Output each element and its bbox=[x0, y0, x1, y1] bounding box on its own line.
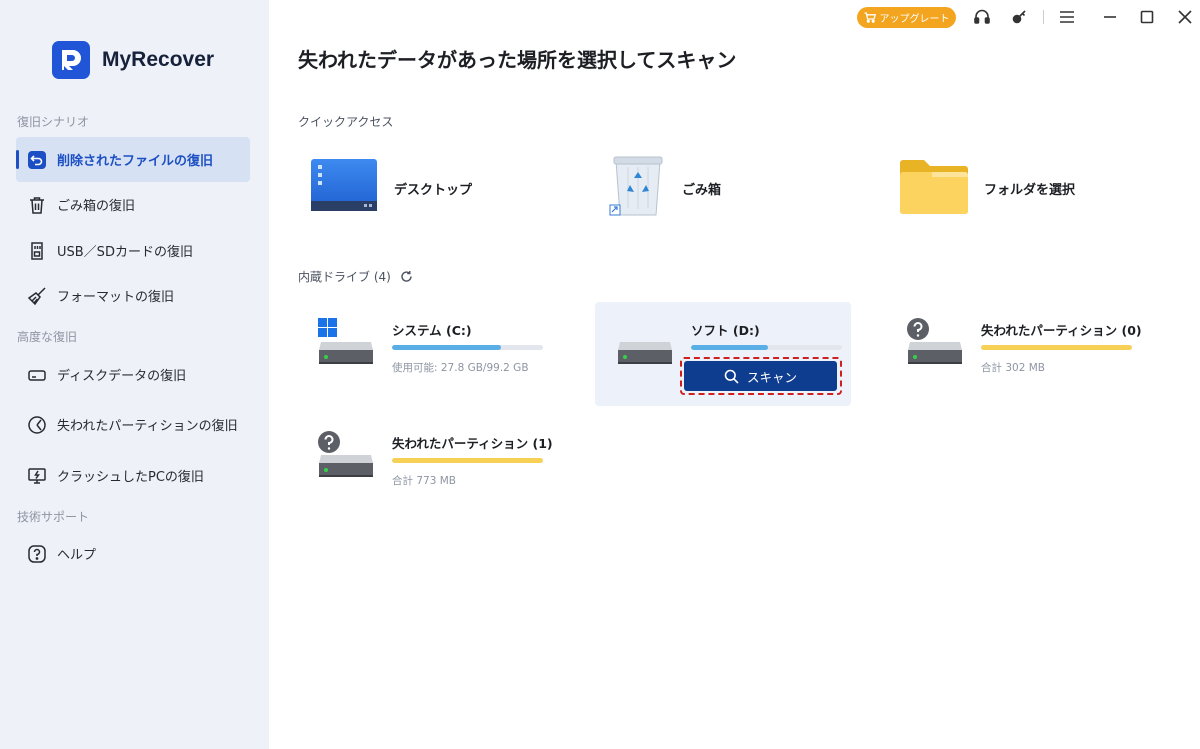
trash-icon bbox=[26, 194, 48, 216]
sidebar-item-label: ヘルプ bbox=[57, 548, 97, 563]
menu-icon[interactable] bbox=[1055, 6, 1079, 28]
drive-usage-fill bbox=[981, 345, 1132, 350]
drive-usage-bar bbox=[691, 345, 842, 350]
section-label-tech-support: 技術サポート bbox=[17, 510, 90, 524]
scan-label: スキャン bbox=[746, 369, 797, 385]
sidebar-item-usb-sd[interactable]: USB／SDカードの復旧 bbox=[16, 228, 250, 273]
sidebar-item-label: 削除されたファイルの復旧 bbox=[57, 154, 214, 169]
hard-drive-icon bbox=[617, 318, 673, 368]
partition-icon bbox=[26, 414, 48, 436]
drive-card-lost-partition-1[interactable]: 失われたパーティション (1) 合計 773 MB bbox=[296, 415, 553, 519]
app-name: MyRecover bbox=[102, 48, 215, 71]
sidebar-item-label: USB／SDカードの復旧 bbox=[57, 245, 193, 260]
quick-access-select-folder[interactable]: フォルダを選択 bbox=[898, 153, 1075, 223]
app-logo-icon bbox=[52, 41, 90, 79]
sidebar-item-crashed-pc[interactable]: クラッシュしたPCの復旧 bbox=[16, 453, 250, 498]
sidebar: MyRecover 復旧シナリオ 削除されたファイルの復旧 ごみ箱の復旧 USB… bbox=[0, 0, 269, 749]
internal-drives-heading: 内蔵ドライブ (4) bbox=[298, 270, 391, 284]
sidebar-item-deleted-files[interactable]: 削除されたファイルの復旧 bbox=[16, 137, 250, 182]
quick-access-recycle-bin[interactable]: ごみ箱 bbox=[608, 153, 721, 223]
sidebar-item-label: ディスクデータの復旧 bbox=[57, 369, 187, 384]
drive-name: システム (C:) bbox=[392, 323, 472, 338]
sidebar-item-label: ごみ箱の復旧 bbox=[57, 199, 136, 214]
unknown-drive-icon bbox=[907, 318, 963, 368]
drive-usage-bar bbox=[392, 345, 543, 350]
quick-access-label-recycle-bin: ごみ箱 bbox=[682, 182, 722, 198]
drive-usage-bar bbox=[981, 345, 1132, 350]
search-icon bbox=[724, 369, 739, 384]
broom-icon bbox=[26, 285, 48, 307]
close-icon[interactable] bbox=[1173, 6, 1197, 28]
drive-info: 使用可能: 27.8 GB/99.2 GB bbox=[392, 362, 529, 374]
sidebar-item-label: 失われたパーティションの復旧 bbox=[57, 419, 238, 434]
drive-card-lost-partition-0[interactable]: 失われたパーティション (0) 合計 302 MB bbox=[885, 302, 1142, 406]
drive-info: 合計 302 MB bbox=[981, 362, 1045, 374]
drive-info: 合計 773 MB bbox=[392, 475, 456, 487]
internal-drives-label: 内蔵ドライブ (4) bbox=[298, 268, 413, 285]
sidebar-item-disk-data[interactable]: ディスクデータの復旧 bbox=[16, 352, 250, 397]
drive-name: ソフト (D:) bbox=[691, 323, 760, 338]
help-icon bbox=[26, 543, 48, 565]
sd-card-icon bbox=[26, 240, 48, 262]
drive-name: 失われたパーティション (0) bbox=[981, 323, 1142, 338]
windows-drive-icon bbox=[318, 318, 374, 368]
quick-access-label-desktop: デスクトップ bbox=[394, 182, 473, 198]
quick-access-desktop[interactable]: デスクトップ bbox=[308, 153, 472, 223]
sidebar-item-help[interactable]: ヘルプ bbox=[16, 531, 250, 576]
upgrade-button[interactable]: アップグレート bbox=[857, 7, 956, 28]
unknown-drive-icon bbox=[318, 431, 374, 481]
sidebar-item-label: クラッシュしたPCの復旧 bbox=[57, 470, 204, 485]
folder-icon bbox=[898, 153, 970, 223]
drive-card-c[interactable]: システム (C:) 使用可能: 27.8 GB/99.2 GB bbox=[296, 302, 552, 406]
sidebar-item-format[interactable]: フォーマットの復旧 bbox=[16, 273, 250, 318]
scan-button[interactable]: スキャン bbox=[684, 361, 837, 391]
recycle-bin-icon bbox=[608, 153, 668, 223]
cart-icon bbox=[864, 12, 876, 23]
disk-icon bbox=[26, 364, 48, 386]
undo-icon bbox=[26, 149, 48, 171]
key-icon[interactable] bbox=[1007, 6, 1031, 28]
drive-name: 失われたパーティション (1) bbox=[392, 436, 553, 451]
brand: MyRecover bbox=[52, 41, 214, 79]
desktop-icon bbox=[308, 153, 380, 223]
quick-access-label: クイックアクセス bbox=[298, 113, 393, 130]
drive-usage-fill bbox=[392, 345, 501, 350]
toolbar-divider bbox=[1043, 10, 1044, 24]
sidebar-item-label: フォーマットの復旧 bbox=[57, 290, 175, 305]
section-label-advanced: 高度な復旧 bbox=[17, 330, 78, 344]
drive-usage-fill bbox=[392, 458, 543, 463]
section-label-recovery-scenarios: 復旧シナリオ bbox=[17, 115, 90, 129]
maximize-icon[interactable] bbox=[1135, 6, 1159, 28]
refresh-icon[interactable] bbox=[400, 270, 413, 283]
page-title: 失われたデータがあった場所を選択してスキャン bbox=[298, 48, 737, 72]
minimize-icon[interactable] bbox=[1098, 6, 1122, 28]
sidebar-item-recycle-bin[interactable]: ごみ箱の復旧 bbox=[16, 182, 250, 227]
sidebar-item-lost-partition[interactable]: 失われたパーティションの復旧 bbox=[16, 402, 250, 447]
drive-usage-bar bbox=[392, 458, 543, 463]
quick-access-label-select-folder: フォルダを選択 bbox=[984, 182, 1076, 198]
upgrade-label: アップグレート bbox=[879, 14, 950, 25]
crashed-pc-icon bbox=[26, 465, 48, 487]
quick-access-heading: クイックアクセス bbox=[298, 115, 394, 129]
support-headset-icon[interactable] bbox=[970, 6, 994, 28]
drive-usage-fill bbox=[691, 345, 768, 350]
drive-card-d[interactable]: ソフト (D:) スキャン bbox=[595, 302, 851, 406]
